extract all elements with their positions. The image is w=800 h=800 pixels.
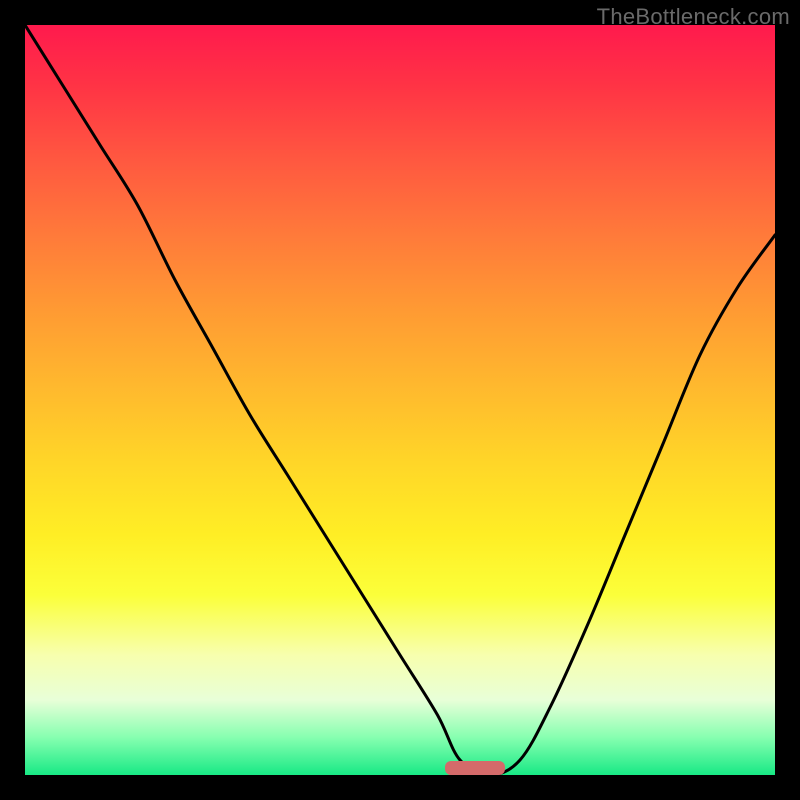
bottleneck-curve bbox=[25, 25, 775, 775]
plot-area bbox=[25, 25, 775, 775]
chart-svg bbox=[25, 25, 775, 775]
optimum-marker bbox=[445, 761, 505, 775]
watermark-text: TheBottleneck.com bbox=[597, 4, 790, 30]
chart-frame: TheBottleneck.com bbox=[0, 0, 800, 800]
